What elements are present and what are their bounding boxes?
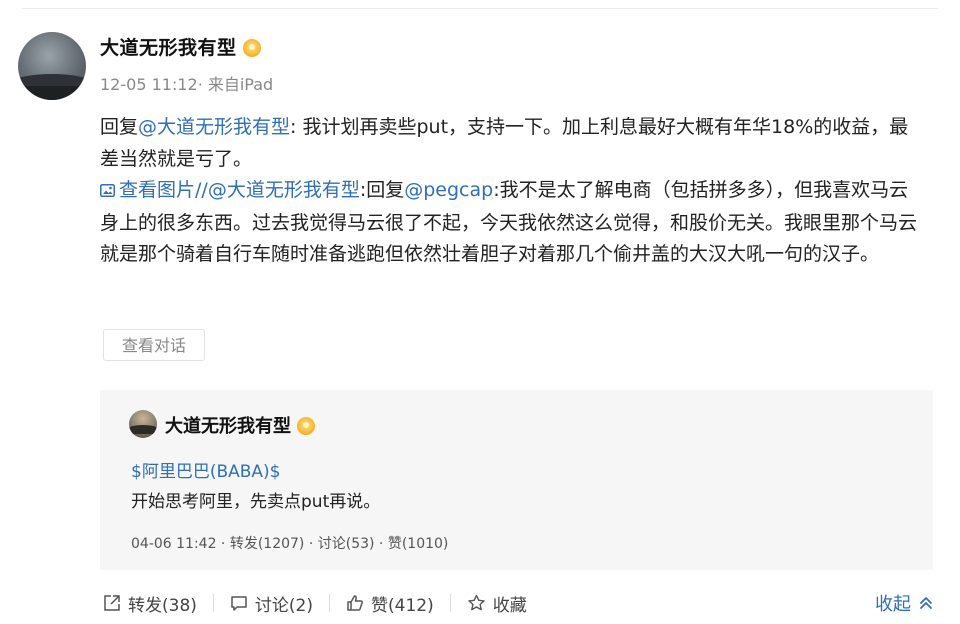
divider bbox=[449, 594, 451, 612]
star-icon bbox=[468, 594, 485, 611]
collapse-button[interactable]: 收起 bbox=[875, 588, 934, 618]
post-author[interactable]: 大道无形我有型 bbox=[100, 33, 261, 60]
post-meta: 12-05 11:12· 来自iPad bbox=[100, 75, 274, 94]
medal-icon bbox=[242, 39, 261, 57]
favorite-label[interactable]: 收藏 bbox=[493, 591, 527, 616]
view-image-link[interactable]: 查看图片 bbox=[100, 179, 195, 201]
quoted-author[interactable]: 大道无形我有型 bbox=[165, 412, 315, 438]
mention-link[interactable]: @大道无形我有型 bbox=[208, 179, 360, 201]
quoted-avatar[interactable] bbox=[129, 410, 157, 438]
stock-link[interactable]: $阿里巴巴(BABA)$ bbox=[131, 457, 280, 482]
repost-button[interactable]: 转发(38) bbox=[103, 591, 197, 616]
comment-button[interactable]: 讨论(2) bbox=[230, 591, 313, 616]
like-button[interactable]: 赞(412) bbox=[346, 591, 434, 616]
author-name[interactable]: 大道无形我有型 bbox=[100, 37, 237, 59]
divider bbox=[212, 594, 214, 612]
view-conversation-button[interactable]: 查看对话 bbox=[103, 329, 205, 361]
image-icon bbox=[100, 182, 119, 200]
quoted-author-name[interactable]: 大道无形我有型 bbox=[165, 416, 291, 437]
favorite-button[interactable]: 收藏 bbox=[467, 591, 527, 616]
quoted-meta: 04-06 11:42 · 转发(1207) · 讨论(53) · 赞(1010… bbox=[131, 536, 449, 552]
reply-prefix: :回复 bbox=[359, 179, 405, 201]
post-body: 回复@大道无形我有型: 我计划再卖些put，支持一下。加上利息最好大概有年华18… bbox=[100, 112, 926, 271]
chevron-up-icon bbox=[920, 597, 932, 609]
avatar[interactable] bbox=[18, 32, 86, 100]
repost-separator: // bbox=[195, 179, 208, 201]
comment-icon bbox=[231, 596, 247, 611]
mention-link[interactable]: @大道无形我有型 bbox=[138, 116, 290, 138]
action-bar: 转发(38) 讨论(2) 赞(412) 收藏 bbox=[103, 588, 527, 618]
post-paragraph-2: 查看图片//@大道无形我有型:回复@pegcap:我不是太了解电商（包括拼多多）… bbox=[100, 175, 926, 271]
divider bbox=[22, 8, 938, 9]
post-paragraph-1: 回复@大道无形我有型: 我计划再卖些put，支持一下。加上利息最好大概有年华18… bbox=[100, 112, 926, 175]
collapse-label[interactable]: 收起 bbox=[875, 590, 911, 616]
divider bbox=[329, 594, 330, 612]
share-icon bbox=[104, 595, 120, 611]
quoted-post[interactable]: 大道无形我有型 $阿里巴巴(BABA)$ 开始思考阿里，先卖点put再说。 04… bbox=[100, 390, 933, 570]
mention-link[interactable]: @pegcap bbox=[404, 179, 493, 201]
view-image-label[interactable]: 查看图片 bbox=[119, 179, 195, 201]
like-label[interactable]: 赞(412) bbox=[371, 591, 434, 616]
reply-prefix: 回复 bbox=[100, 116, 139, 138]
quoted-text: 开始思考阿里，先卖点put再说。 bbox=[131, 492, 381, 512]
medal-icon bbox=[297, 417, 315, 435]
comment-label[interactable]: 讨论(2) bbox=[255, 591, 313, 616]
thumbs-up-icon bbox=[347, 595, 363, 611]
repost-label[interactable]: 转发(38) bbox=[128, 591, 197, 616]
